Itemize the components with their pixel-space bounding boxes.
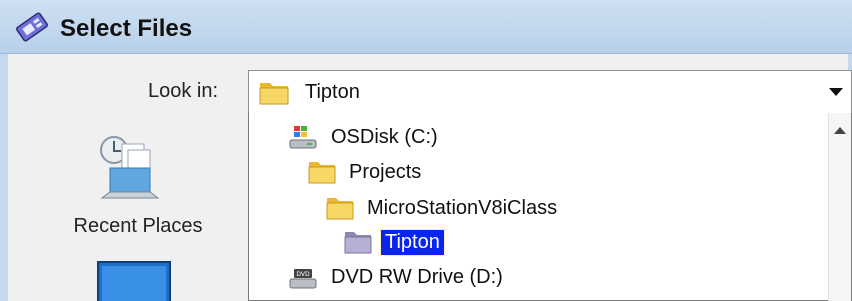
folder-icon [326,198,354,220]
list-item-osdisk[interactable]: OSDisk (C:) [287,121,442,153]
dvd-drive-icon: DVD [289,269,317,289]
title-bar[interactable]: Select Files [0,0,852,54]
list-item-label: OSDisk (C:) [331,125,438,148]
list-item-label: DVD RW Drive (D:) [331,265,503,288]
scroll-up-arrow-icon[interactable] [834,127,846,134]
select-files-icon [15,12,49,42]
list-item-projects[interactable]: Projects [305,156,425,188]
list-item-tipton[interactable]: Tipton [341,226,445,258]
dropdown-scrollbar[interactable] [828,113,851,301]
look-in-dropdown-list[interactable]: OSDisk (C:) Projects MicroStationV8iClas… [248,113,852,301]
desktop-icon[interactable] [96,260,172,301]
list-item-microstationv8iclass[interactable]: MicroStationV8iClass [323,192,561,224]
chevron-down-icon[interactable] [821,71,851,113]
svg-text:DVD: DVD [296,271,310,278]
look-in-value: Tipton [305,81,360,103]
look-in-label: Look in: [148,80,219,102]
folder-icon [308,162,336,184]
look-in-combobox[interactable]: Tipton [248,70,852,114]
window-frame-left [0,54,8,301]
list-item-label: MicroStationV8iClass [367,196,558,219]
folder-open-icon [344,232,372,254]
places-bar: Recent Places [8,120,248,301]
recent-places-icon[interactable] [92,130,172,210]
list-item-label: Projects [349,160,422,183]
recent-places-label[interactable]: Recent Places [48,215,228,238]
list-item-dvd-drive[interactable]: DVD DVD RW Drive (D:) [287,261,507,293]
folder-icon [259,83,289,105]
window-title: Select Files [60,15,193,42]
drive-windows-icon [289,126,317,149]
list-item-label: Tipton [380,228,445,256]
